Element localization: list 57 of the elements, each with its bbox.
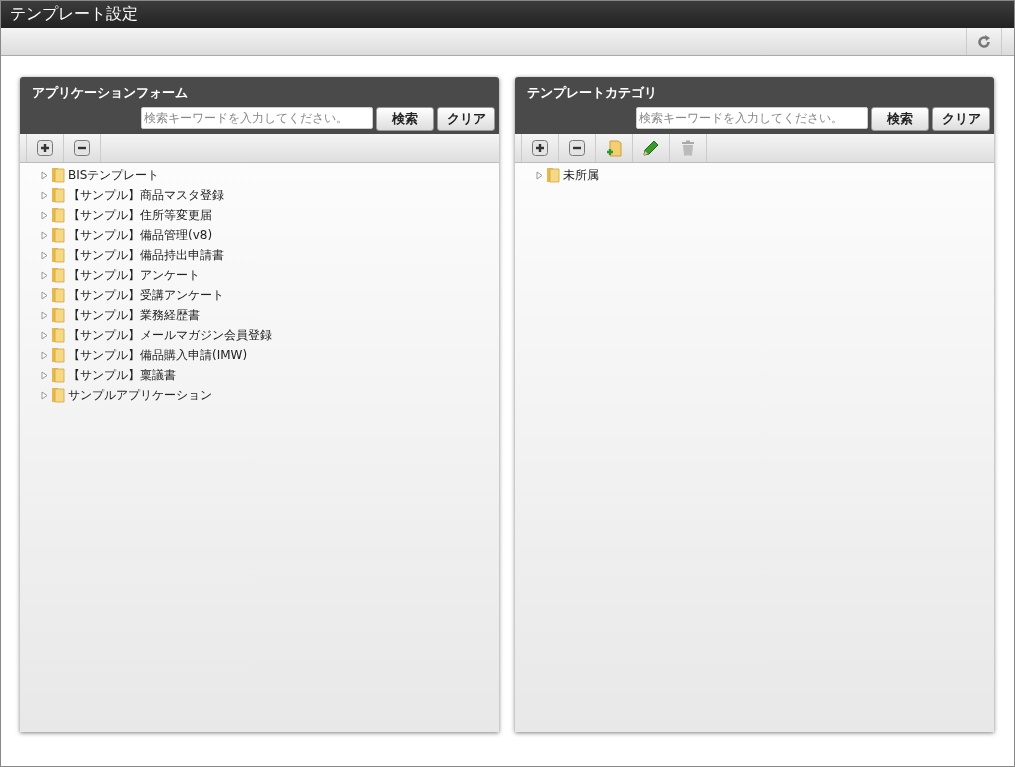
tree-node-label[interactable]: 【サンプル】備品管理(v8) xyxy=(68,226,213,244)
folder-icon xyxy=(51,307,66,323)
expander-icon[interactable] xyxy=(40,390,49,400)
tree-node-label[interactable]: 【サンプル】アンケート xyxy=(68,266,200,284)
tree-node-label[interactable]: 【サンプル】業務経歴書 xyxy=(68,306,200,324)
expander-icon[interactable] xyxy=(40,210,49,220)
refresh-icon xyxy=(977,34,991,49)
folder-icon xyxy=(51,347,66,363)
folder-icon xyxy=(51,327,66,343)
tree-node-label[interactable]: 【サンプル】稟議書 xyxy=(68,366,176,384)
folder-icon xyxy=(51,387,66,403)
expand-icon xyxy=(37,140,53,156)
expand-icon xyxy=(532,140,548,156)
refresh-button[interactable] xyxy=(966,28,1002,55)
folder-icon xyxy=(51,247,66,263)
expander-icon[interactable] xyxy=(40,270,49,280)
folder-icon xyxy=(546,167,561,183)
tree-node-label[interactable]: 【サンプル】住所等変更届 xyxy=(68,206,212,224)
panel-title: テンプレートカテゴリ xyxy=(527,84,658,102)
tree-node-label[interactable]: 【サンプル】受講アンケート xyxy=(68,286,224,304)
search-button[interactable]: 検索 xyxy=(376,107,434,131)
tree-node-label[interactable]: サンプルアプリケーション xyxy=(68,386,212,404)
tree-node-label[interactable]: 【サンプル】備品持出申請書 xyxy=(68,246,224,264)
collapse-icon xyxy=(74,140,90,156)
tree-node-label[interactable]: 未所属 xyxy=(563,166,599,184)
search-field[interactable]: 検索キーワードを入力してください。 xyxy=(141,107,373,129)
folder-icon xyxy=(51,187,66,203)
expander-icon[interactable] xyxy=(40,190,49,200)
tree-node-label[interactable]: 【サンプル】メールマガジン会員登録 xyxy=(68,326,272,344)
folder-icon xyxy=(51,367,66,383)
expander-icon[interactable] xyxy=(535,170,544,180)
folder-icon xyxy=(51,167,66,183)
tree-node-label[interactable]: BISテンプレート xyxy=(68,166,160,184)
expander-icon[interactable] xyxy=(40,290,49,300)
tree-node-label[interactable]: 【サンプル】備品購入申請(IMW) xyxy=(68,346,248,364)
folder-icon xyxy=(51,227,66,243)
pencil-icon xyxy=(643,140,659,156)
folder-icon xyxy=(51,287,66,303)
clear-button[interactable]: クリア xyxy=(437,107,495,131)
expander-icon[interactable] xyxy=(40,350,49,360)
clear-button[interactable]: クリア xyxy=(932,107,990,131)
expander-icon[interactable] xyxy=(40,230,49,240)
add-folder-icon xyxy=(606,139,622,157)
folder-icon xyxy=(51,207,66,223)
expander-icon[interactable] xyxy=(40,330,49,340)
panel-title: アプリケーションフォーム xyxy=(32,84,189,102)
expander-icon[interactable] xyxy=(40,370,49,380)
search-field[interactable]: 検索キーワードを入力してください。 xyxy=(636,107,868,129)
search-button[interactable]: 検索 xyxy=(871,107,929,131)
expander-icon[interactable] xyxy=(40,170,49,180)
expander-icon[interactable] xyxy=(40,250,49,260)
tree-node-label[interactable]: 【サンプル】商品マスタ登録 xyxy=(68,186,224,204)
trash-icon xyxy=(681,140,695,156)
expander-icon[interactable] xyxy=(40,310,49,320)
collapse-icon xyxy=(569,140,585,156)
window-title: テンプレート設定 xyxy=(10,4,138,25)
folder-icon xyxy=(51,267,66,283)
